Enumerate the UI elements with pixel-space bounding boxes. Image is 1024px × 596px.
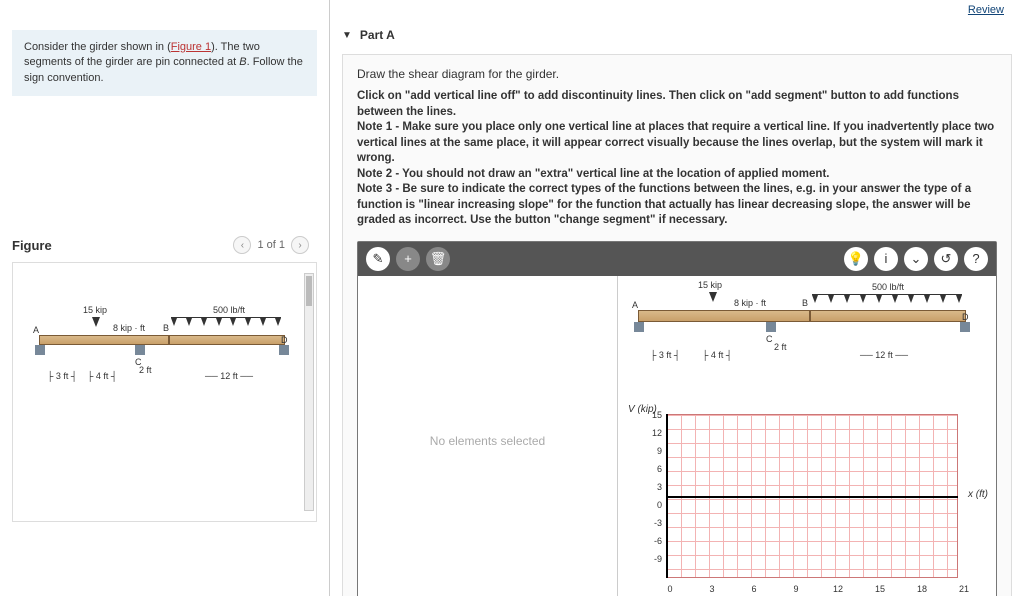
ytick: 12 — [646, 428, 662, 438]
c-dist-load-icon — [812, 294, 962, 303]
task-text: Draw the shear diagram for the girder. — [357, 67, 997, 81]
canvas-plot-area[interactable]: 15 kip 8 kip · ft 500 lb/ft — [618, 276, 996, 596]
pager-next-button[interactable]: › — [291, 236, 309, 254]
c-load-arrow-icon — [709, 292, 717, 302]
hint-button[interactable]: 💡 — [844, 247, 868, 271]
xtick: 12 — [833, 584, 843, 594]
canvas-toolbar: ✎ + 🗑 💡 i ⌄ ↺ ? — [358, 242, 996, 276]
xtick: 21 — [959, 584, 969, 594]
xtick: 6 — [751, 584, 756, 594]
xtick: 15 — [875, 584, 885, 594]
ytick: 15 — [646, 410, 662, 420]
c-dim-3ft: ├ 3 ft ┤ — [650, 350, 680, 360]
dim-2ft: 2 ft — [139, 365, 152, 375]
c-pt-d: D — [962, 312, 969, 322]
c-beam-2 — [810, 310, 966, 322]
caret-down-icon: ▼ — [342, 30, 352, 41]
moment-label: 8 kip · ft — [113, 323, 145, 333]
pt-d: D — [281, 335, 288, 345]
figure-link[interactable]: Figure 1 — [171, 41, 211, 53]
support-d-icon — [279, 345, 289, 355]
dist-load-icon — [171, 317, 281, 326]
xtick: 0 — [667, 584, 672, 594]
undo-button[interactable]: ⌄ — [904, 247, 928, 271]
dim-4ft: ├ 4 ft ┤ — [87, 371, 117, 381]
c-support-c — [766, 322, 776, 332]
redo-button[interactable]: ↺ — [934, 247, 958, 271]
dim-12ft: ── 12 ft ── — [205, 371, 253, 381]
ytick: -9 — [646, 554, 662, 564]
c-support-a — [634, 322, 644, 332]
shear-plot[interactable]: V (kip) x (ft) 15 12 9 6 3 0 — [626, 404, 988, 596]
part-header[interactable]: ▼ Part A — [342, 28, 1012, 42]
instructions: Click on "add vertical line off" to add … — [357, 89, 997, 229]
review-link[interactable]: Review — [968, 4, 1004, 16]
c-support-d — [960, 322, 970, 332]
beam-segment-1 — [39, 335, 169, 345]
c-pt-c: C — [766, 334, 773, 344]
problem-statement: Consider the girder shown in (Figure 1).… — [12, 30, 317, 96]
ytick: 6 — [646, 464, 662, 474]
c-moment: 8 kip · ft — [734, 298, 766, 308]
dim-3ft: ├ 3 ft ┤ — [47, 371, 77, 381]
beam-segment-2 — [169, 335, 285, 345]
note-3: Note 3 - Be sure to indicate the correct… — [357, 182, 997, 229]
add-button[interactable]: + — [396, 247, 420, 271]
right-panel: Review ▼ Part A Draw the shear diagram f… — [330, 0, 1024, 596]
c-pt-b: B — [802, 298, 808, 308]
part-label: Part A — [360, 28, 395, 42]
figure-pager: ‹ 1 of 1 › — [233, 236, 309, 254]
pencil-button[interactable]: ✎ — [366, 247, 390, 271]
pt-a: A — [33, 325, 39, 335]
ytick: -3 — [646, 518, 662, 528]
note-1: Note 1 - Make sure you place only one ve… — [357, 120, 997, 167]
pager-prev-button[interactable]: ‹ — [233, 236, 251, 254]
support-c-icon — [135, 345, 145, 355]
support-a-icon — [35, 345, 45, 355]
info-button[interactable]: i — [874, 247, 898, 271]
problem-text-1: Consider the girder shown in ( — [24, 41, 171, 53]
c-pt-a: A — [632, 300, 638, 310]
xtick: 9 — [793, 584, 798, 594]
load-15kip-label: 15 kip — [83, 305, 107, 315]
ytick: 9 — [646, 446, 662, 456]
xtick: 18 — [917, 584, 927, 594]
dist-load-label: 500 lb/ft — [213, 305, 245, 315]
c-dim-4ft: ├ 4 ft ┤ — [702, 350, 732, 360]
help-button[interactable]: ? — [964, 247, 988, 271]
part-body: Draw the shear diagram for the girder. C… — [342, 54, 1012, 596]
pt-b: B — [163, 323, 169, 333]
left-panel: Consider the girder shown in (Figure 1).… — [0, 0, 330, 596]
c-load-15kip: 15 kip — [698, 280, 722, 290]
ytick: 3 — [646, 482, 662, 492]
drawing-canvas: ✎ + 🗑 💡 i ⌄ ↺ ? No elements selected — [357, 241, 997, 596]
beam-figure-canvas: 15 kip 8 kip · ft 500 lb/ft — [632, 284, 972, 394]
xtick: 3 — [709, 584, 714, 594]
c-dim-2ft: 2 ft — [774, 342, 787, 352]
plot-xlabel: x (ft) — [968, 489, 988, 500]
trash-button[interactable]: 🗑 — [426, 247, 450, 271]
figure-viewport: 15 kip 8 kip · ft 500 lb/ft A B C D — [12, 262, 317, 522]
note-2: Note 2 - You should not draw an "extra" … — [357, 167, 997, 183]
figure-heading: Figure — [12, 238, 52, 253]
beam-figure: 15 kip 8 kip · ft 500 lb/ft A B C D — [35, 329, 295, 439]
ytick: 0 — [646, 500, 662, 510]
selection-info: No elements selected — [358, 276, 618, 596]
c-beam-1 — [638, 310, 810, 322]
instr-intro: Click on "add vertical line off" to add … — [357, 89, 997, 120]
ytick: -6 — [646, 536, 662, 546]
c-dim-12ft: ── 12 ft ── — [860, 350, 908, 360]
load-arrow-icon — [92, 317, 100, 327]
pager-label: 1 of 1 — [257, 239, 285, 251]
var-b: B — [239, 56, 246, 68]
c-dist-load: 500 lb/ft — [872, 282, 904, 292]
plot-axis-x — [666, 496, 958, 498]
